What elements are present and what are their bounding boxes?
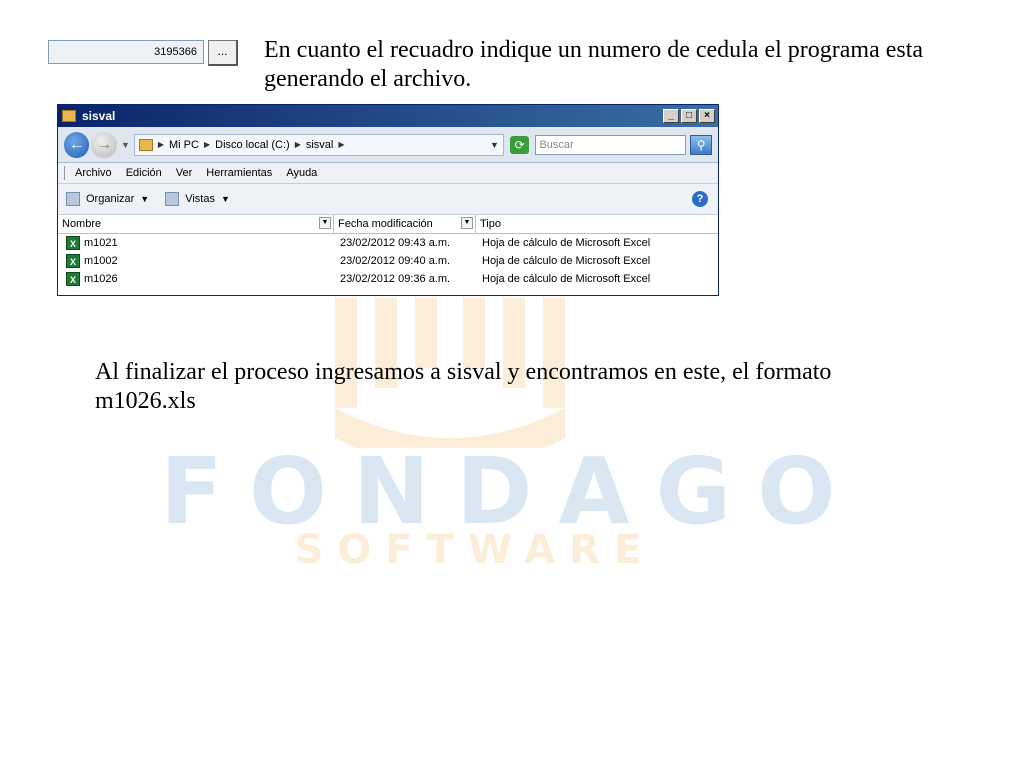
menu-ver[interactable]: Ver <box>176 167 193 179</box>
column-type-label: Tipo <box>480 218 501 230</box>
menu-ayuda[interactable]: Ayuda <box>286 167 317 179</box>
chevron-right-icon[interactable]: ▶ <box>295 140 301 149</box>
browse-button[interactable]: ... <box>208 40 238 66</box>
excel-file-icon: X <box>66 236 80 250</box>
close-button[interactable]: × <box>699 109 715 123</box>
address-bar: ← → ▼ ▶ Mi PC ▶ Disco local (C:) ▶ sisva… <box>58 127 718 163</box>
refresh-icon[interactable]: ⟳ <box>509 135 530 154</box>
folder-icon <box>62 110 76 122</box>
chevron-down-icon[interactable]: ▼ <box>490 140 499 150</box>
back-arrow-icon[interactable]: ← <box>64 131 90 158</box>
file-date: 23/02/2012 09:40 a.m. <box>340 255 451 267</box>
file-name: m1026 <box>84 273 118 285</box>
chevron-down-icon[interactable]: ▼ <box>319 217 331 229</box>
minimize-button[interactable]: _ <box>663 109 679 123</box>
column-header-type[interactable]: Tipo <box>476 215 718 233</box>
file-list-header: Nombre ▼ Fecha modificación ▼ Tipo <box>58 215 718 234</box>
chevron-right-icon[interactable]: ▶ <box>158 140 164 149</box>
watermark-word-main: FONDAGO <box>160 438 862 545</box>
title-bar[interactable]: sisval _ □ × <box>58 105 718 127</box>
file-type: Hoja de cálculo de Microsoft Excel <box>482 255 651 267</box>
window-controls: _ □ × <box>663 109 718 123</box>
file-name: m1021 <box>84 237 118 249</box>
breadcrumb[interactable]: ▶ Mi PC ▶ Disco local (C:) ▶ sisval ▶ ▼ <box>133 133 504 156</box>
chevron-down-icon[interactable]: ▼ <box>140 194 149 204</box>
column-header-date[interactable]: Fecha modificación ▼ <box>334 215 476 233</box>
excel-file-icon: X <box>66 272 80 286</box>
menu-herramientas[interactable]: Herramientas <box>206 167 272 179</box>
file-row[interactable]: Xm1021 23/02/2012 09:43 a.m. Hoja de cál… <box>58 234 718 252</box>
file-date: 23/02/2012 09:43 a.m. <box>340 237 451 249</box>
menu-bar: Archivo Edición Ver Herramientas Ayuda <box>58 163 718 184</box>
fondago-watermark: FONDAGO SOFTWARE <box>150 298 862 573</box>
breadcrumb-item[interactable]: Disco local (C:) <box>215 139 290 151</box>
breadcrumb-item[interactable]: sisval <box>306 139 334 151</box>
file-type: Hoja de cálculo de Microsoft Excel <box>482 237 651 249</box>
file-name: m1002 <box>84 255 118 267</box>
views-icon <box>165 192 180 206</box>
column-date-label: Fecha modificación <box>338 218 433 230</box>
column-header-name[interactable]: Nombre ▼ <box>58 215 334 233</box>
caption-bottom: Al finalizar el proceso ingresamos a sis… <box>95 359 832 414</box>
menu-grip <box>64 166 67 180</box>
file-row[interactable]: Xm1002 23/02/2012 09:40 a.m. Hoja de cál… <box>58 252 718 270</box>
excel-file-icon: X <box>66 254 80 268</box>
chevron-right-icon[interactable]: ▶ <box>204 140 210 149</box>
chevron-down-icon[interactable]: ▼ <box>461 217 473 229</box>
caption-top: En cuanto el recuadro indique un numero … <box>264 37 924 92</box>
maximize-button[interactable]: □ <box>681 109 697 123</box>
search-icon[interactable]: ⚲ <box>690 134 712 155</box>
command-toolbar: Organizar ▼ Vistas ▼ ? <box>58 184 718 215</box>
forward-arrow-icon[interactable]: → <box>91 131 117 158</box>
file-type: Hoja de cálculo de Microsoft Excel <box>482 273 651 285</box>
file-date: 23/02/2012 09:36 a.m. <box>340 273 451 285</box>
organize-icon <box>66 192 80 206</box>
search-input[interactable]: Buscar <box>535 134 687 155</box>
window-title: sisval <box>82 109 116 123</box>
column-name-label: Nombre <box>62 218 102 230</box>
recent-pages-chevron-icon[interactable]: ▼ <box>121 140 130 150</box>
chevron-down-icon[interactable]: ▼ <box>221 194 230 204</box>
explorer-window: sisval _ □ × ← → ▼ ▶ Mi PC ▶ Disco local… <box>57 104 719 296</box>
breadcrumb-item[interactable]: Mi PC <box>169 139 199 151</box>
watermark-word-sub: SOFTWARE <box>294 527 656 573</box>
menu-edicion[interactable]: Edición <box>126 167 162 179</box>
organize-button[interactable]: Organizar <box>86 193 134 205</box>
views-button[interactable]: Vistas <box>185 193 215 205</box>
file-row[interactable]: Xm1026 23/02/2012 09:36 a.m. Hoja de cál… <box>58 270 718 288</box>
help-icon[interactable]: ? <box>692 191 708 207</box>
cedula-field[interactable]: 3195366 <box>48 40 204 64</box>
folder-icon <box>138 138 153 151</box>
menu-archivo[interactable]: Archivo <box>75 167 112 179</box>
chevron-right-icon[interactable]: ▶ <box>338 140 344 149</box>
